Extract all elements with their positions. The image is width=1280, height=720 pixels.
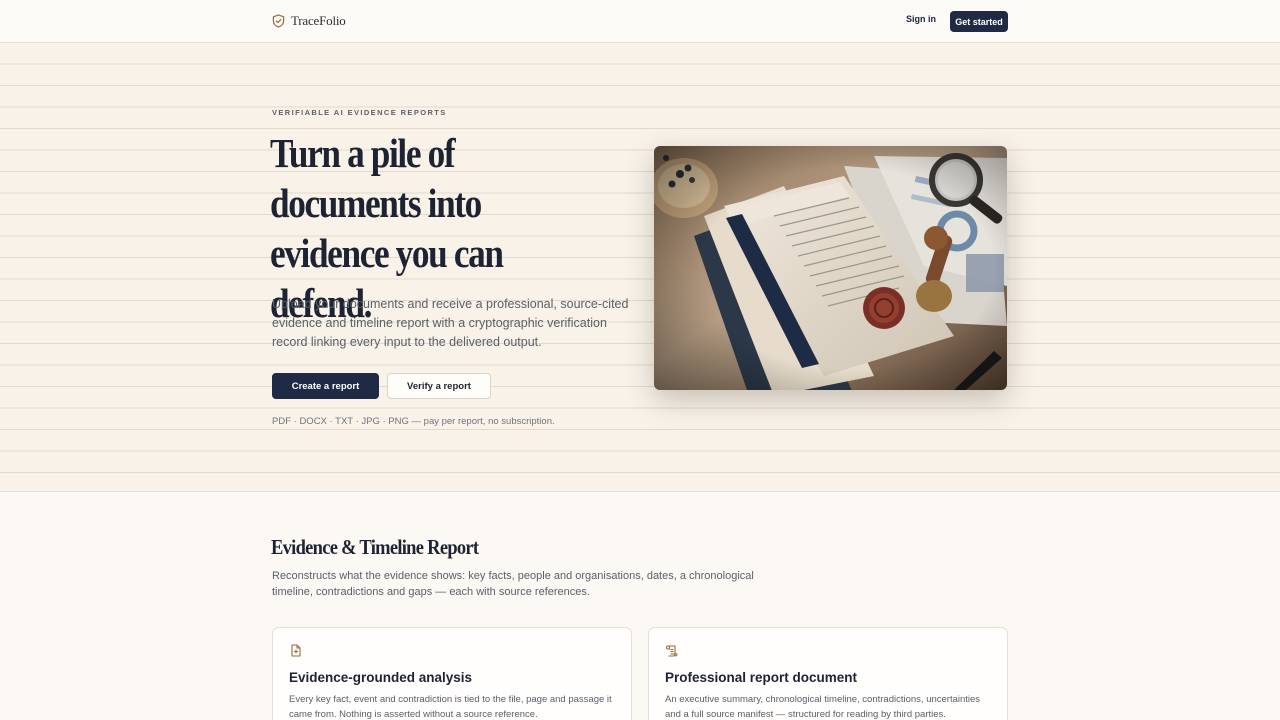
brand-name: TraceFolio xyxy=(291,13,346,28)
shield-check-icon xyxy=(272,14,285,28)
feature-card-title: Professional report document xyxy=(665,670,858,685)
supported-formats-note: PDF · DOCX · TXT · JPG · PNG — pay per r… xyxy=(272,416,555,427)
feature-card: Evidence-grounded analysis Every key fac… xyxy=(272,627,632,720)
get-started-button[interactable]: Get started xyxy=(950,11,1008,32)
brand-logo[interactable]: TraceFolio xyxy=(272,12,346,30)
feature-card-description: An executive summary, chronological time… xyxy=(665,694,981,720)
hero-description: Upload your documents and receive a prof… xyxy=(272,297,629,349)
feature-card-title: Evidence-grounded analysis xyxy=(289,670,473,685)
top-nav: TraceFolio Sign in Get started xyxy=(0,0,1280,43)
document-icon xyxy=(291,644,301,657)
sign-in-link[interactable]: Sign in xyxy=(906,14,936,24)
feature-card: Professional report document An executiv… xyxy=(648,627,1008,720)
hero-section xyxy=(0,43,1280,492)
create-report-button[interactable]: Create a report xyxy=(272,373,379,399)
feature-card-description: Every key fact, event and contradiction … xyxy=(289,694,612,720)
section-title: Evidence & Timeline Report xyxy=(271,535,479,559)
hero-documents-photo xyxy=(654,146,1007,390)
verify-report-button[interactable]: Verify a report xyxy=(387,373,491,399)
scroll-icon xyxy=(665,645,678,657)
hero-eyebrow: VERIFIABLE AI EVIDENCE REPORTS xyxy=(272,108,447,117)
section-description: Reconstructs what the evidence shows: ke… xyxy=(272,570,754,598)
